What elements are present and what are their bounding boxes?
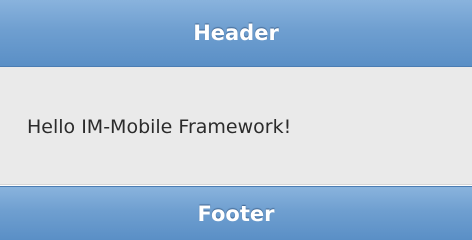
content-text: Hello IM-Mobile Framework! <box>27 116 292 138</box>
footer-title: Footer <box>197 202 275 226</box>
content-area: Hello IM-Mobile Framework! <box>0 67 472 185</box>
header-title: Header <box>193 21 279 45</box>
mobile-app-screen: Header Hello IM-Mobile Framework! Footer <box>0 0 472 240</box>
header-bar: Header <box>0 0 472 67</box>
footer-bar: Footer <box>0 186 472 240</box>
